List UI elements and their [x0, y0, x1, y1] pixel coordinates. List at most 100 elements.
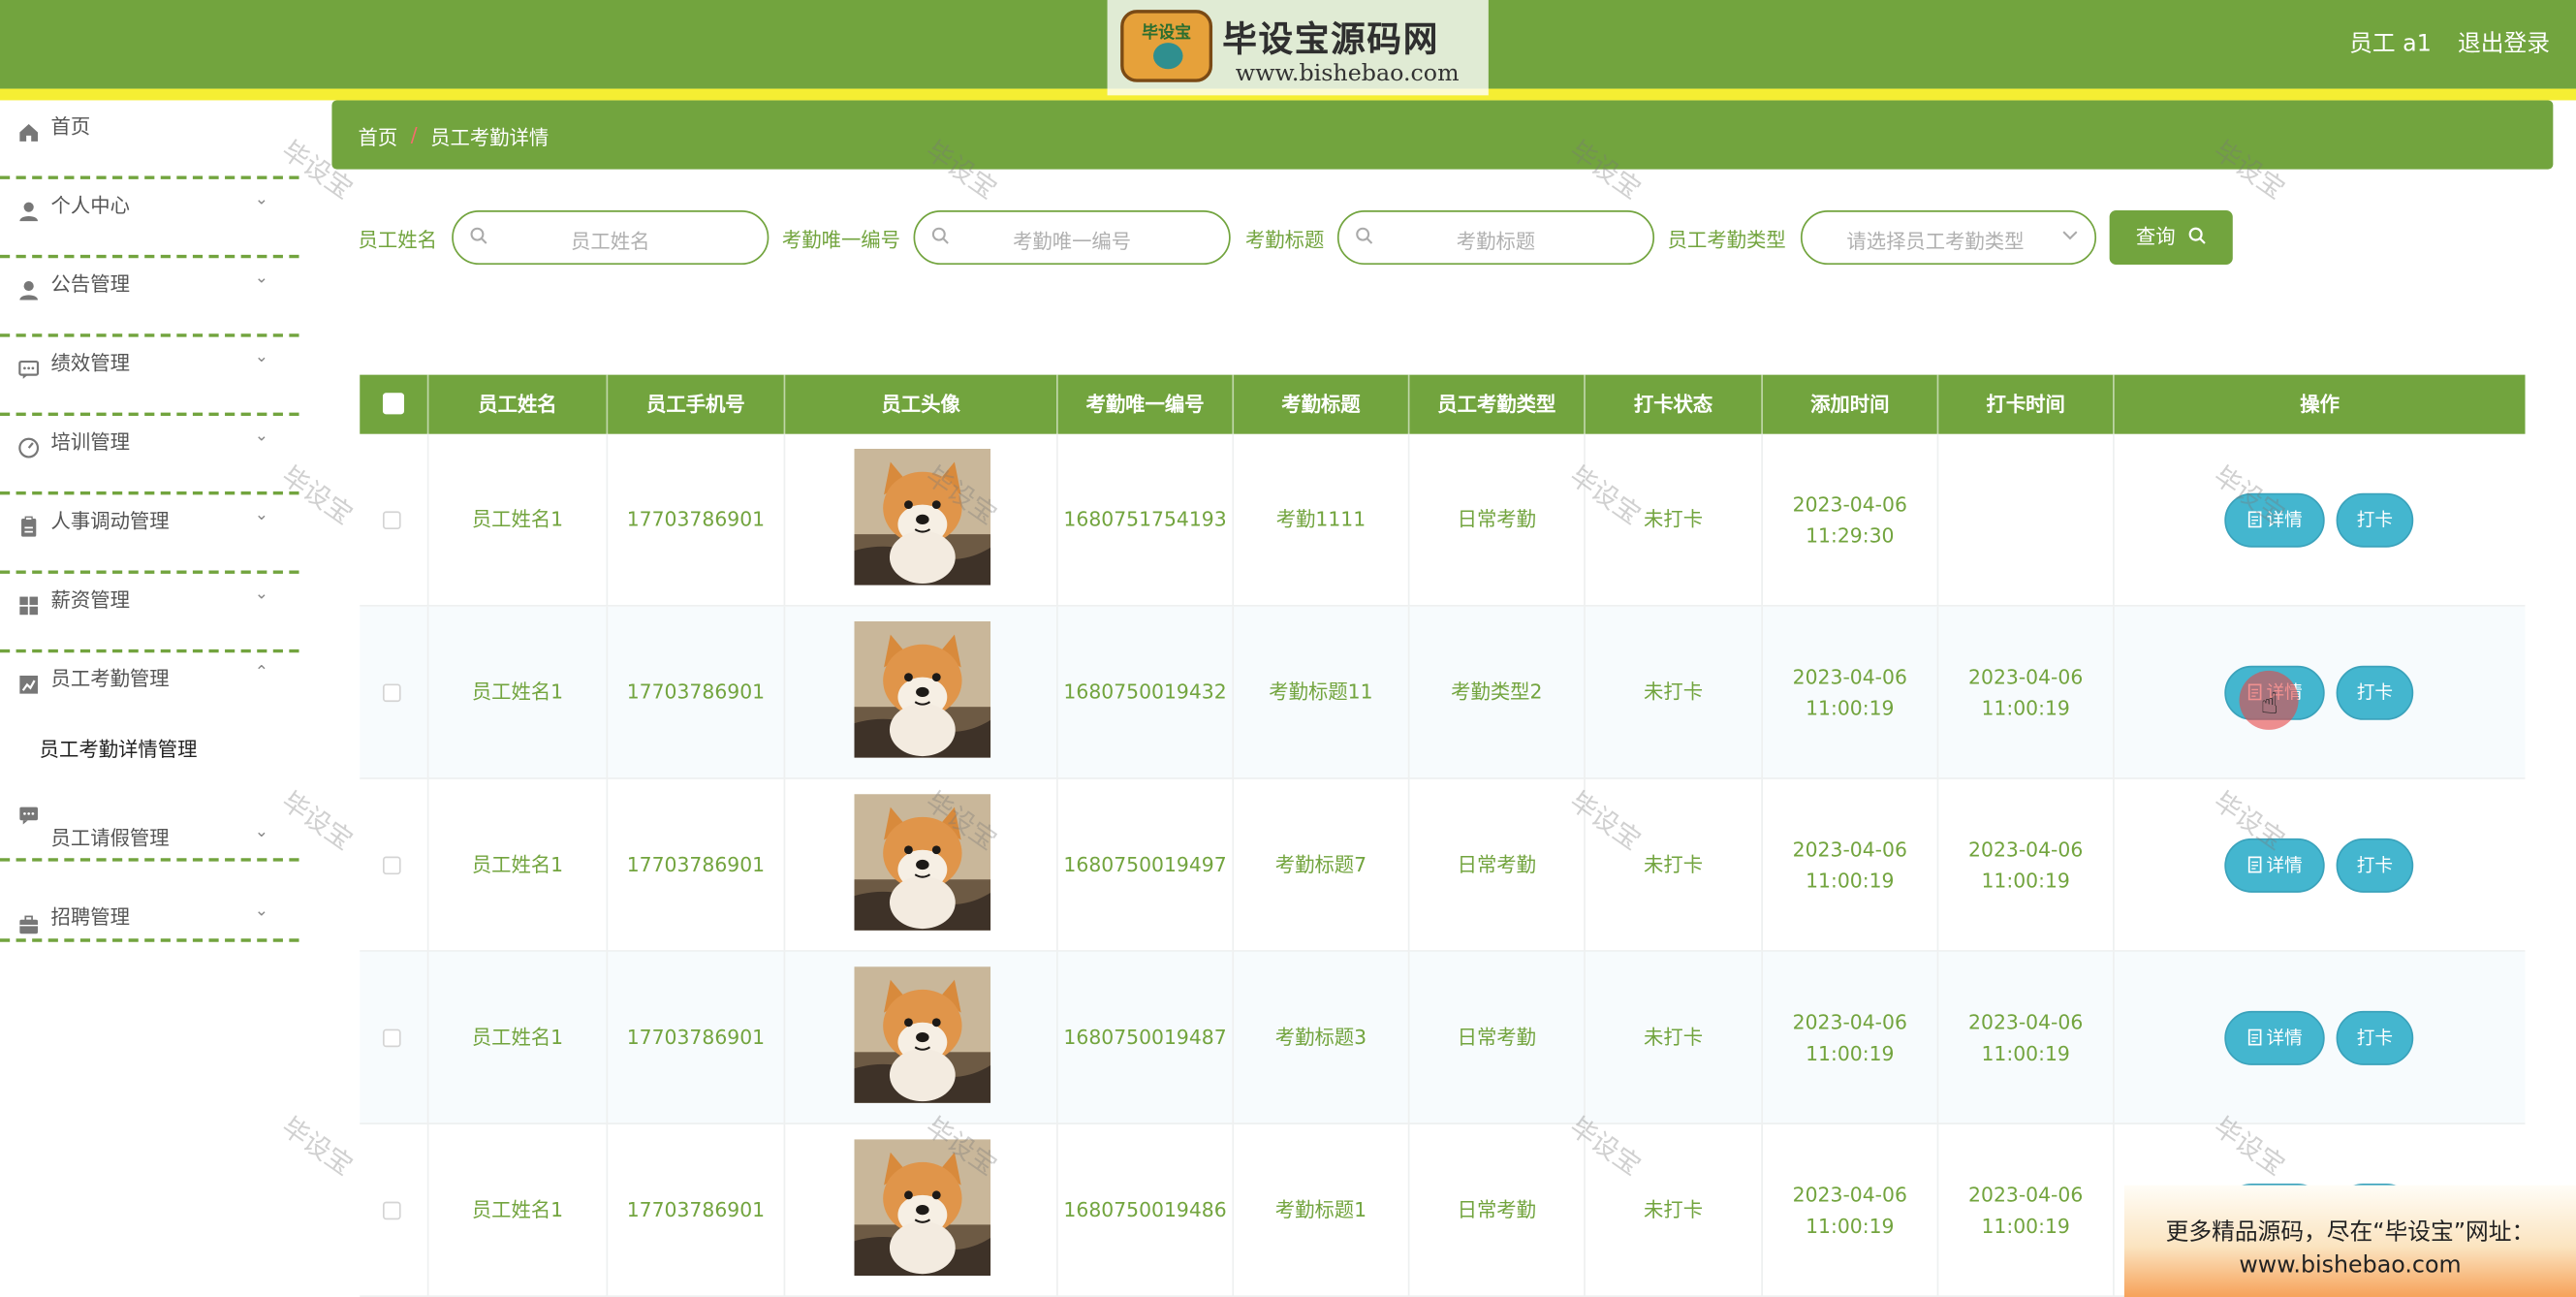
clipboard-icon — [18, 516, 40, 537]
row-checkbox[interactable] — [382, 1028, 401, 1048]
detail-button[interactable]: 详情 — [2224, 838, 2325, 893]
employee-name-label: 员工姓名 — [358, 228, 437, 252]
logout-link[interactable]: 退出登录 — [2458, 26, 2550, 59]
attendance-code-input[interactable]: 考勤唯一编号 — [913, 210, 1231, 266]
sidebar-item-label: 员工考勤管理 — [50, 667, 170, 691]
breadcrumb: 首页 / 员工考勤详情 — [331, 100, 2554, 170]
employee-name-input[interactable]: 员工姓名 — [452, 210, 770, 266]
row-checkbox[interactable] — [382, 1201, 401, 1220]
chat-icon — [18, 359, 40, 380]
cell-attendance-code: 1680750019486 — [1058, 1123, 1235, 1297]
search-icon — [2188, 212, 2207, 267]
detail-button[interactable]: 详情 — [2224, 1010, 2325, 1065]
cell-employee-name: 员工姓名1 — [428, 433, 609, 607]
cell-attendance-type: 日常考勤 — [1409, 1123, 1586, 1297]
attendance-type-label: 员工考勤类型 — [1667, 228, 1786, 252]
table-row: 员工姓名1 17703786901 1680750019432 考勤标题11 考勤类型2… — [360, 606, 2526, 779]
attendance-code-label: 考勤唯一编号 — [781, 228, 900, 252]
sidebar-item-training[interactable]: 培训管理 ⌄ — [0, 416, 299, 495]
cell-employee-avatar — [785, 951, 1058, 1124]
sidebar-item-label: 个人中心 — [50, 194, 130, 217]
cell-actions: 详情 打卡 — [2115, 952, 2526, 1124]
detail-button[interactable]: 详情 — [2224, 492, 2325, 548]
cell-employee-avatar — [785, 606, 1058, 779]
chart-icon — [18, 674, 40, 695]
cell-employee-phone: 17703786901 — [608, 433, 786, 607]
cell-punch-status: 未打卡 — [1586, 433, 1763, 607]
row-checkbox[interactable] — [382, 856, 401, 875]
column-header: 员工姓名 — [428, 374, 609, 434]
sidebar-item-label: 薪资管理 — [50, 588, 130, 612]
chevron-down-icon — [2061, 227, 2078, 248]
cell-actions: 详情 打卡 — [2115, 434, 2526, 607]
punch-button[interactable]: 打卡 — [2336, 838, 2414, 893]
cell-employee-name: 员工姓名1 — [428, 778, 609, 952]
sidebar-item-label: 培训管理 — [50, 430, 130, 455]
row-checkbox[interactable] — [382, 683, 401, 703]
chevron-down-icon: ⌄ — [254, 823, 268, 842]
punch-button[interactable]: 打卡 — [2336, 492, 2414, 548]
sidebar-item-recruitment[interactable]: 招聘管理 ⌄ — [0, 863, 299, 942]
gauge-icon — [18, 437, 40, 459]
sidebar-item-home[interactable]: 首页 — [0, 100, 299, 179]
chat-icon — [18, 804, 40, 825]
cell-employee-avatar — [785, 433, 1058, 607]
cell-employee-name: 员工姓名1 — [428, 606, 609, 779]
cell-employee-avatar — [785, 1123, 1058, 1297]
cell-punch-status: 未打卡 — [1586, 606, 1763, 779]
input-placeholder: 员工姓名 — [571, 230, 650, 254]
sidebar-item-attendance[interactable]: 员工考勤管理 ⌃ — [0, 652, 299, 799]
cell-employee-phone: 17703786901 — [608, 1123, 786, 1297]
cell-punch-time: 2023-04-06 11:00:19 — [1938, 951, 2115, 1124]
grid-icon — [18, 595, 40, 617]
chevron-down-icon: ⌄ — [254, 902, 268, 921]
punch-button[interactable]: 打卡 — [2336, 665, 2414, 720]
cell-attendance-title: 考勤标题7 — [1234, 778, 1410, 952]
column-header: 打卡状态 — [1586, 374, 1763, 434]
attendance-title-label: 考勤标题 — [1244, 228, 1325, 252]
cell-added-time: 2023-04-06 11:00:19 — [1763, 1123, 1939, 1297]
sidebar-subitem-attendance-details[interactable]: 员工考勤详情管理 — [40, 735, 198, 763]
logo-badge-text: 毕设宝 — [1142, 24, 1192, 44]
attendance-type-select[interactable]: 请选择员工考勤类型 — [1800, 210, 2097, 266]
sidebar-item-announcements[interactable]: 公告管理 ⌄ — [0, 258, 299, 337]
cell-attendance-code: 1680751754193 — [1058, 433, 1235, 607]
cell-employee-phone: 17703786901 — [608, 778, 786, 952]
app-root: 毕设宝 毕设宝源码网 www.bishebao.com 员工 a1 退出登录 首… — [0, 0, 2576, 1297]
cell-attendance-code: 1680750019497 — [1058, 778, 1235, 952]
avatar — [854, 1139, 991, 1276]
breadcrumb-home[interactable]: 首页 — [359, 123, 398, 151]
select-placeholder: 请选择员工考勤类型 — [1846, 230, 2025, 254]
chevron-down-icon: ⌄ — [254, 506, 268, 524]
cell-added-time: 2023-04-06 11:00:19 — [1763, 606, 1939, 779]
logo-badge-icon: 毕设宝 — [1120, 10, 1213, 82]
column-header: 添加时间 — [1763, 374, 1939, 434]
cell-attendance-type: 考勤类型2 — [1409, 606, 1586, 779]
chevron-down-icon: ⌄ — [254, 585, 268, 604]
promo-banner[interactable]: 更多精品源码，尽在“毕设宝”网址： www.bishebao.com — [2123, 1185, 2576, 1297]
punch-button[interactable]: 打卡 — [2336, 1010, 2414, 1065]
column-header: 操作 — [2300, 393, 2340, 417]
cell-added-time: 2023-04-06 11:29:30 — [1763, 433, 1939, 607]
site-logo: 毕设宝 毕设宝源码网 www.bishebao.com — [1107, 0, 1489, 96]
sidebar-item-personal-center[interactable]: 个人中心 ⌄ — [0, 179, 299, 259]
sidebar-item-salary[interactable]: 薪资管理 ⌄ — [0, 574, 299, 653]
detail-button-label: 详情 — [2266, 1027, 2303, 1049]
row-checkbox[interactable] — [382, 511, 401, 530]
chevron-up-icon: ⌃ — [254, 664, 268, 682]
avatar — [854, 966, 991, 1103]
sidebar-item-leave[interactable]: 员工请假管理 ⌄ — [0, 782, 299, 862]
column-header: 考勤唯一编号 — [1058, 374, 1235, 434]
chevron-down-icon: ⌄ — [254, 348, 268, 367]
search-button[interactable]: 查询 — [2109, 210, 2233, 267]
attendance-title-input[interactable]: 考勤标题 — [1336, 210, 1655, 266]
table-row: 员工姓名1 17703786901 1680750019487 考勤标题3 日常考勤 未打… — [360, 951, 2526, 1124]
cell-attendance-type: 日常考勤 — [1409, 778, 1586, 952]
cell-checkbox — [360, 606, 429, 779]
sidebar-item-performance[interactable]: 绩效管理 ⌄ — [0, 337, 299, 417]
select-all-checkbox[interactable] — [382, 393, 405, 415]
sidebar-item-label: 首页 — [50, 114, 91, 139]
chevron-down-icon: ⌄ — [254, 427, 268, 446]
sidebar-item-transfers[interactable]: 人事调动管理 ⌄ — [0, 494, 299, 574]
table-header: 员工姓名 员工手机号 员工头像 考勤唯一编号 考勤标题 员工考勤类型 打卡状态 … — [360, 374, 2526, 434]
